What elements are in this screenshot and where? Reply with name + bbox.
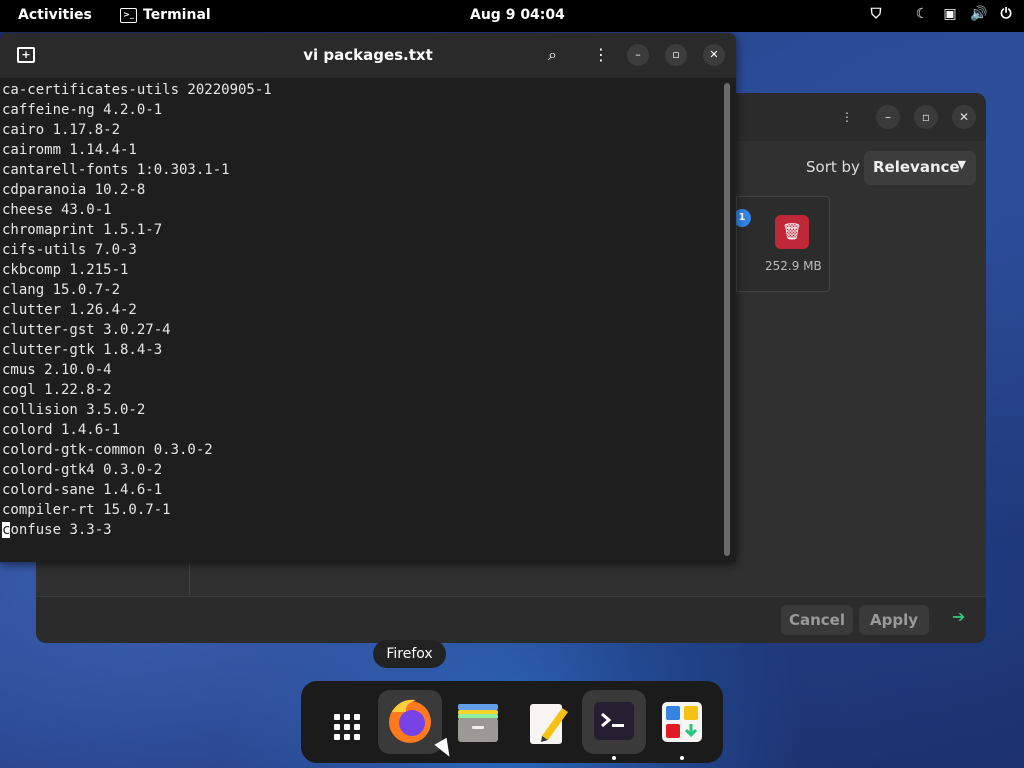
text-editor-icon bbox=[530, 704, 568, 744]
scrollbar[interactable] bbox=[724, 83, 730, 556]
divider bbox=[189, 563, 190, 595]
sort-label: Sort by bbox=[806, 158, 860, 176]
text-line: colord-gtk-common 0.3.0-2 bbox=[2, 442, 213, 458]
dialog-footer: Cancel Apply ➔ bbox=[36, 596, 986, 643]
maximize-button[interactable]: ▫ bbox=[665, 44, 687, 66]
trash-icon[interactable]: 🗑 bbox=[775, 215, 809, 249]
cancel-button[interactable]: Cancel bbox=[781, 605, 853, 635]
search-icon[interactable]: ⌕ bbox=[548, 45, 557, 65]
terminal-app-icon: >_ bbox=[120, 7, 137, 23]
cursor-line: confuse 3.3-3 bbox=[2, 520, 272, 540]
terminal-header: + vi packages.txt ⌕ ⋮ – ▫ ✕ bbox=[0, 33, 736, 78]
text-line: colord-gtk4 0.3.0-2 bbox=[2, 462, 163, 478]
terminal-content[interactable]: ca-certificates-utils 20220905-1 caffein… bbox=[2, 80, 272, 540]
text-line: chromaprint 1.5.1-7 bbox=[2, 222, 163, 238]
sort-bar: Sort by Relevance ▼ bbox=[736, 149, 986, 189]
chevron-down-icon: ▼ bbox=[957, 158, 966, 171]
text-line: compiler-rt 15.0.7-1 bbox=[2, 502, 171, 518]
text-line: colord-sane 1.4.6-1 bbox=[2, 482, 163, 498]
screen-icon[interactable]: ▣ bbox=[942, 6, 958, 22]
text-line: caffeine-ng 4.2.0-1 bbox=[2, 102, 163, 118]
files-icon bbox=[458, 704, 498, 742]
sort-dropdown-value: Relevance bbox=[873, 158, 960, 176]
terminal-window: + vi packages.txt ⌕ ⋮ – ▫ ✕ ca-certifica… bbox=[0, 33, 736, 562]
dock bbox=[301, 681, 723, 763]
terminal-icon bbox=[594, 702, 634, 740]
text-editor-launcher[interactable] bbox=[514, 690, 578, 754]
system-tray[interactable]: ⛉ ☾ ▣ 🔊 ⏻ bbox=[868, 6, 1014, 22]
app-menu-label: Terminal bbox=[143, 7, 211, 23]
close-button[interactable]: ✕ bbox=[952, 105, 976, 129]
volume-icon[interactable]: 🔊 bbox=[970, 6, 987, 22]
dock-tooltip: Firefox bbox=[373, 640, 446, 668]
power-icon[interactable]: ⏻ bbox=[998, 6, 1014, 22]
text-line: cairomm 1.14.4-1 bbox=[2, 142, 137, 158]
window-title: vi packages.txt bbox=[303, 46, 433, 64]
software-icon bbox=[662, 702, 702, 742]
text-line: cheese 43.0-1 bbox=[2, 202, 112, 218]
item-size: 252.9 MB bbox=[765, 259, 822, 273]
text-line: clutter-gst 3.0.27-4 bbox=[2, 322, 171, 338]
maximize-button[interactable]: ▫ bbox=[914, 105, 938, 129]
item-card[interactable]: 1 🗑 252.9 MB bbox=[733, 196, 830, 292]
text-line: clang 15.0.7-2 bbox=[2, 282, 121, 298]
activities-button[interactable]: Activities bbox=[18, 7, 92, 23]
text-line: cdparanoia 10.2-8 bbox=[2, 182, 146, 198]
apps-grid-icon bbox=[334, 714, 360, 740]
menu-kebab-icon[interactable]: ⋮ bbox=[835, 105, 859, 129]
close-button[interactable]: ✕ bbox=[703, 44, 725, 66]
text-line: cairo 1.17.8-2 bbox=[2, 122, 121, 138]
text-line: cogl 1.22.8-2 bbox=[2, 382, 112, 398]
firefox-icon bbox=[389, 699, 431, 743]
running-indicator bbox=[680, 756, 684, 760]
app-menu[interactable]: >_ Terminal bbox=[120, 7, 211, 23]
terminal-launcher[interactable] bbox=[582, 690, 646, 760]
clock[interactable]: Aug 9 04:04 bbox=[470, 7, 565, 23]
menu-kebab-icon[interactable]: ⋮ bbox=[593, 45, 609, 64]
top-bar: Activities >_ Terminal Aug 9 04:04 ⛉ ☾ ▣… bbox=[0, 0, 1024, 32]
text-line: cmus 2.10.0-4 bbox=[2, 362, 112, 378]
text-line: ca-certificates-utils 20220905-1 bbox=[2, 82, 272, 98]
text-line: cifs-utils 7.0-3 bbox=[2, 242, 137, 258]
firefox-launcher[interactable] bbox=[378, 690, 442, 754]
apply-button[interactable]: Apply bbox=[859, 605, 929, 635]
arrow-right-icon[interactable]: ➔ bbox=[952, 607, 965, 626]
privacy-shield-icon[interactable]: ⛉ bbox=[868, 6, 884, 22]
text-line: clutter 1.26.4-2 bbox=[2, 302, 137, 318]
running-indicator bbox=[612, 756, 616, 760]
text-line: ckbcomp 1.215-1 bbox=[2, 262, 129, 278]
show-apps-button[interactable] bbox=[310, 690, 374, 754]
sort-dropdown[interactable]: Relevance ▼ bbox=[864, 151, 976, 185]
minimize-button[interactable]: – bbox=[876, 105, 900, 129]
night-light-icon[interactable]: ☾ bbox=[914, 6, 930, 22]
text-line: clutter-gtk 1.8.4-3 bbox=[2, 342, 163, 358]
software-launcher[interactable] bbox=[650, 690, 714, 760]
text-line: collision 3.5.0-2 bbox=[2, 402, 146, 418]
text-line: cantarell-fonts 1:0.303.1-1 bbox=[2, 162, 230, 178]
text-line: colord 1.4.6-1 bbox=[2, 422, 121, 438]
minimize-button[interactable]: – bbox=[627, 44, 649, 66]
files-launcher[interactable] bbox=[446, 690, 510, 754]
cursor-line-rest: onfuse 3.3-3 bbox=[10, 522, 112, 538]
